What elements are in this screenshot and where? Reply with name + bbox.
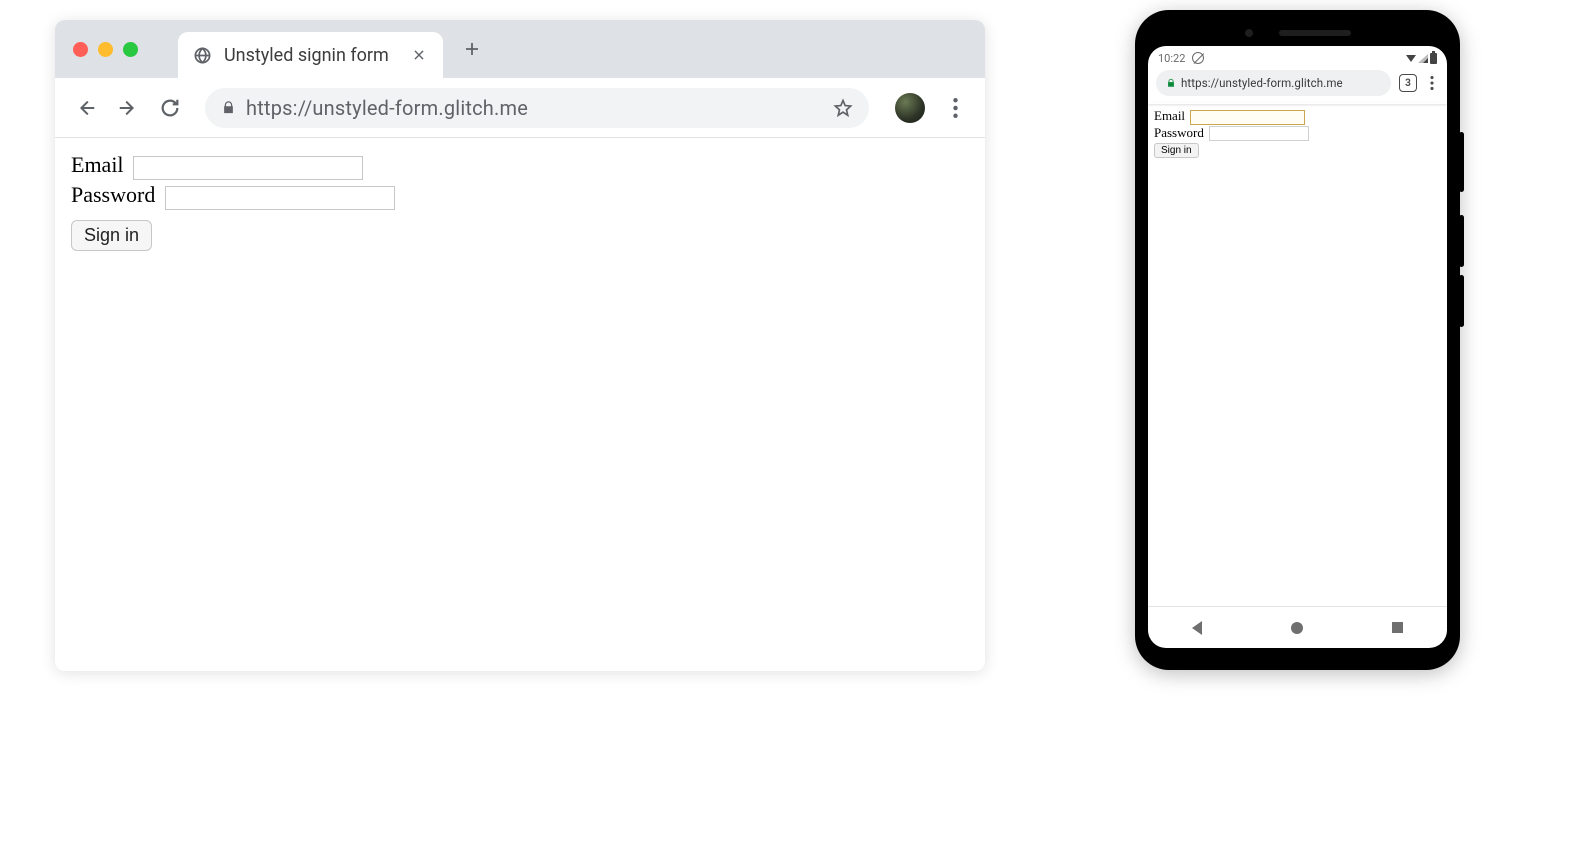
close-tab-button[interactable] [409,45,429,65]
power-button[interactable] [1459,132,1464,192]
email-row: Email [71,152,969,180]
maximize-window-button[interactable] [123,42,138,57]
front-camera-icon [1245,29,1253,37]
reload-button[interactable] [155,93,185,123]
nav-home-button[interactable] [1291,622,1303,634]
mobile-signin-button[interactable]: Sign in [1154,143,1199,158]
android-status-bar: 10:22 [1148,46,1447,70]
password-input[interactable] [165,186,395,210]
phone-screen: 10:22 https://unstyled-form.glitch.me 3 [1148,46,1447,648]
lock-icon [1166,78,1176,88]
mobile-page-content: Email Password Sign in [1148,104,1447,606]
globe-icon [192,45,212,65]
browser-menu-button[interactable] [941,94,969,122]
tab-title: Unstyled signin form [224,45,391,66]
new-tab-button[interactable] [459,36,485,62]
cellular-signal-icon [1418,54,1428,63]
window-controls [73,42,138,57]
address-bar[interactable]: https://unstyled-form.glitch.me [205,88,869,128]
mobile-address-bar[interactable]: https://unstyled-form.glitch.me [1156,70,1391,96]
bookmark-star-icon[interactable] [833,98,853,118]
browser-toolbar: https://unstyled-form.glitch.me [55,78,985,138]
tab-strip: Unstyled signin form [55,20,985,78]
desktop-browser-window: Unstyled signin form https://unstyled-fo… [55,20,985,671]
mobile-url-text: https://unstyled-form.glitch.me [1181,76,1343,90]
mobile-menu-button[interactable] [1425,74,1439,92]
android-nav-bar [1148,606,1447,648]
mobile-email-input[interactable] [1190,110,1305,125]
forward-button[interactable] [113,93,143,123]
mobile-email-label: Email [1154,108,1185,123]
signin-button[interactable]: Sign in [71,220,152,251]
profile-avatar[interactable] [895,93,925,123]
nav-back-button[interactable] [1192,621,1202,635]
phone-top-hardware [1148,24,1447,42]
do-not-disturb-icon [1192,52,1204,64]
email-input[interactable] [133,156,363,180]
lock-icon [221,100,236,115]
page-content: Email Password Sign in [55,138,985,671]
mobile-password-label: Password [1154,125,1204,140]
browser-tab[interactable]: Unstyled signin form [178,32,443,78]
status-time: 10:22 [1158,52,1185,65]
mobile-toolbar: https://unstyled-form.glitch.me 3 [1148,70,1447,102]
wifi-icon [1406,55,1416,62]
phone-device-frame: 10:22 https://unstyled-form.glitch.me 3 [1135,10,1460,670]
mobile-email-row: Email [1154,108,1441,125]
mobile-password-input[interactable] [1209,126,1309,141]
password-label: Password [71,182,155,207]
mobile-password-row: Password [1154,125,1441,142]
tab-count-button[interactable]: 3 [1399,74,1417,92]
volume-down-button[interactable] [1459,275,1464,327]
nav-recent-button[interactable] [1392,622,1403,633]
back-button[interactable] [71,93,101,123]
volume-up-button[interactable] [1459,215,1464,267]
close-window-button[interactable] [73,42,88,57]
status-right-icons [1406,53,1437,64]
earpiece-speaker-icon [1279,30,1351,36]
url-text: https://unstyled-form.glitch.me [246,96,823,120]
email-label: Email [71,152,124,177]
battery-icon [1430,53,1437,64]
password-row: Password [71,182,969,210]
minimize-window-button[interactable] [98,42,113,57]
